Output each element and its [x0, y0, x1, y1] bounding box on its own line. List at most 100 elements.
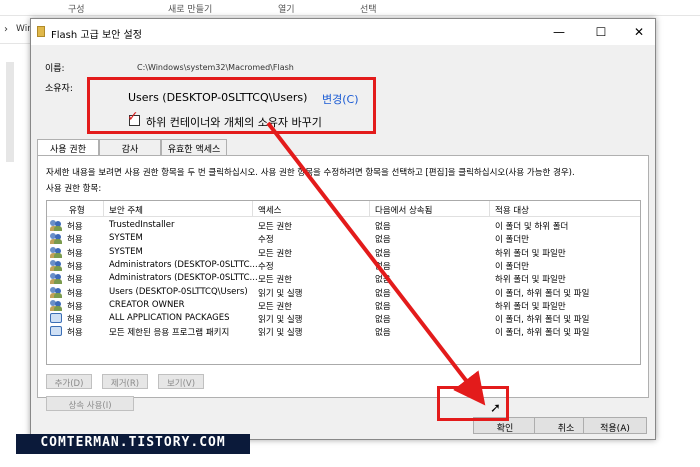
tab-auditing[interactable]: 감사	[99, 139, 161, 155]
table-row[interactable]: 허용 SYSTEM 모든 권한 없음 하위 폴더 및 파일만	[47, 246, 640, 259]
mouse-cursor-icon: ➚	[490, 401, 501, 416]
cell-inherited: 없음	[375, 261, 391, 272]
cell-applies: 하위 폴더 및 파일만	[495, 248, 566, 259]
header-inherited[interactable]: 다음에서 상속됨	[375, 204, 432, 216]
cell-inherited: 없음	[375, 275, 391, 286]
column-divider[interactable]	[103, 201, 104, 217]
cell-principal: Administrators (DESKTOP-0SLTTC...	[109, 273, 258, 284]
cell-access: 모든 권한	[258, 222, 292, 232]
explorer-content-right	[655, 16, 700, 467]
cell-principal: Administrators (DESKTOP-0SLTTC...	[109, 259, 258, 270]
table-row[interactable]: 허용 Administrators (DESKTOP-0SLTTC... 수정 없음 이…	[47, 259, 640, 272]
scrollbar[interactable]	[6, 62, 14, 162]
users-icon	[50, 220, 62, 231]
owner-change-link[interactable]: 변경(C)	[322, 91, 359, 107]
cell-principal: SYSTEM	[109, 246, 143, 257]
table-row[interactable]: 허용 SYSTEM 수정 없음 이 폴더만	[47, 232, 640, 245]
remove-button[interactable]: 제거(R)	[102, 374, 148, 389]
permissions-panel: 자세한 내용을 보려면 사용 권한 항목을 두 번 클릭하십시오. 사용 권한 …	[37, 155, 649, 411]
owner-label: 소유자:	[45, 84, 73, 94]
owner-highlight-box: Users (DESKTOP-0SLTTCQ\Users) 변경(C) ✓ 하위…	[87, 77, 376, 134]
add-button[interactable]: 추가(D)	[46, 374, 92, 389]
header-type[interactable]: 유형	[69, 204, 85, 216]
cell-principal: SYSTEM	[109, 233, 143, 244]
ribbon-select[interactable]: 선택	[360, 2, 377, 15]
table-row[interactable]: 허용 ALL APPLICATION PACKAGES 읽기 및 실행 없음 이 폴더,…	[47, 312, 640, 325]
cell-type: 허용	[67, 248, 83, 259]
users-icon	[50, 259, 62, 271]
tab-permissions[interactable]: 사용 권한	[37, 139, 99, 156]
cell-principal: ALL APPLICATION PACKAGES	[109, 313, 230, 324]
disable-inheritance-button[interactable]: 상속 사용(I)	[46, 396, 134, 411]
header-principal[interactable]: 보안 주체	[109, 204, 143, 216]
cell-inherited: 없음	[375, 288, 391, 299]
cell-principal: 모든 제한된 응용 프로그램 패키지	[109, 328, 230, 339]
cell-type: 허용	[67, 288, 83, 299]
network-icon	[50, 313, 62, 324]
dialog-titlebar: Flash 고급 보안 설정 — ☐ ✕	[31, 19, 655, 45]
tab-effective-access[interactable]: 유효한 액세스	[161, 139, 227, 155]
table-row[interactable]: 허용 CREATOR OWNER 모든 권한 없음 하위 폴더 및 파일만	[47, 299, 640, 312]
cell-access: 읽기 및 실행	[258, 328, 303, 339]
cell-type: 허용	[67, 315, 83, 326]
cell-access: 읽기 및 실행	[258, 288, 303, 299]
address-fragment: Wir	[16, 24, 31, 34]
table-row[interactable]: 허용 TrustedInstaller 모든 권한 없음 이 폴더 및 하위 폴더	[47, 219, 640, 232]
column-divider[interactable]	[489, 201, 490, 217]
cell-inherited: 없음	[375, 222, 391, 232]
cell-type: 허용	[67, 261, 83, 272]
cell-access: 모든 권한	[258, 301, 292, 312]
maximize-button[interactable]: ☐	[583, 19, 619, 45]
header-access[interactable]: 액세스	[258, 204, 281, 216]
cell-principal: TrustedInstaller	[109, 220, 175, 230]
cell-applies: 이 폴더, 하위 폴더 및 파일	[495, 288, 590, 299]
ribbon-open[interactable]: 열기	[278, 2, 295, 15]
ribbon-new[interactable]: 새로 만들기	[168, 2, 212, 15]
users-icon	[50, 286, 62, 298]
cell-type: 허용	[67, 235, 83, 246]
cell-inherited: 없음	[375, 328, 391, 339]
cell-access: 읽기 및 실행	[258, 315, 303, 326]
cell-inherited: 없음	[375, 235, 391, 246]
check-mark-icon: ✓	[127, 109, 139, 125]
users-icon	[50, 273, 62, 285]
users-icon	[50, 299, 62, 311]
replace-owner-label[interactable]: 하위 컨테이너와 개체의 소유자 바꾸기	[146, 114, 322, 130]
apply-button[interactable]: 적용(A)	[583, 417, 647, 434]
table-row[interactable]: 허용 Users (DESKTOP-0SLTTCQ\Users) 읽기 및 실행 없음…	[47, 286, 640, 299]
folder-icon	[37, 26, 45, 37]
cell-access: 수정	[258, 261, 274, 272]
dialog-title: Flash 고급 보안 설정	[51, 30, 142, 41]
name-label: 이름:	[45, 64, 65, 74]
users-icon	[50, 246, 62, 258]
entries-label: 사용 권한 항목:	[46, 184, 102, 194]
explorer-nav-pane	[0, 44, 30, 467]
users-icon	[50, 233, 62, 245]
table-row[interactable]: 허용 Administrators (DESKTOP-0SLTTC... 모든 권한…	[47, 272, 640, 285]
cell-applies: 하위 폴더 및 파일만	[495, 301, 566, 312]
network-icon	[50, 326, 62, 337]
cell-type: 허용	[67, 328, 83, 339]
chevron-right-icon[interactable]: ›	[4, 24, 8, 35]
view-button[interactable]: 보기(V)	[158, 374, 204, 389]
cell-principal: CREATOR OWNER	[109, 299, 185, 310]
cell-type: 허용	[67, 275, 83, 286]
cell-access: 모든 권한	[258, 248, 292, 259]
column-divider[interactable]	[252, 201, 253, 217]
cell-applies: 이 폴더, 하위 폴더 및 파일	[495, 315, 590, 326]
cell-inherited: 없음	[375, 315, 391, 326]
watermark: COMTERMAN.TISTORY.COM	[16, 434, 250, 454]
column-divider[interactable]	[369, 201, 370, 217]
cell-access: 모든 권한	[258, 275, 292, 286]
header-applies[interactable]: 적용 대상	[495, 204, 529, 216]
table-row[interactable]: 허용 모든 제한된 응용 프로그램 패키지 읽기 및 실행 없음 이 폴더, 하위 폴더…	[47, 325, 640, 338]
cell-applies: 이 폴더만	[495, 261, 529, 272]
cell-access: 수정	[258, 235, 274, 246]
close-button[interactable]: ✕	[621, 19, 657, 45]
cell-applies: 이 폴더, 하위 폴더 및 파일	[495, 328, 590, 339]
cell-inherited: 없음	[375, 301, 391, 312]
ribbon-organize[interactable]: 구성	[68, 2, 85, 15]
cell-inherited: 없음	[375, 248, 391, 259]
minimize-button[interactable]: —	[541, 19, 577, 45]
cell-type: 허용	[67, 222, 83, 232]
